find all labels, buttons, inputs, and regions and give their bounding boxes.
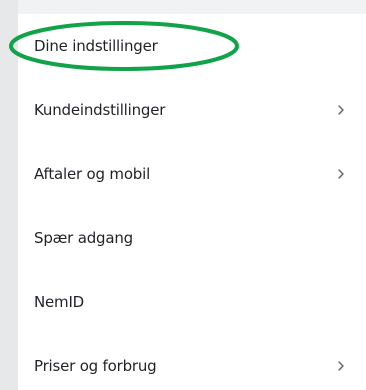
chevron-right-icon: [338, 105, 344, 115]
chevron-right-icon: [338, 169, 344, 179]
menu-item-kundeindstillinger[interactable]: Kundeindstillinger: [34, 78, 366, 142]
menu-item-aftaler-og-mobil[interactable]: Aftaler og mobil: [34, 142, 366, 206]
menu-item-label: NemID: [34, 293, 85, 311]
top-strip: [18, 0, 366, 14]
menu-item-label: Dine indstillinger: [34, 37, 158, 55]
menu-item-label: Aftaler og mobil: [34, 165, 151, 183]
menu-item-dine-indstillinger[interactable]: Dine indstillinger: [34, 14, 366, 78]
menu-item-spaer-adgang[interactable]: Spær adgang: [34, 206, 366, 270]
settings-menu-page: Dine indstillinger Kundeindstillinger Af…: [0, 0, 366, 390]
menu-item-priser-og-forbrug[interactable]: Priser og forbrug: [34, 334, 366, 390]
left-gutter: [0, 0, 18, 390]
menu-item-nemid[interactable]: NemID: [34, 270, 366, 334]
menu-item-label: Priser og forbrug: [34, 357, 157, 375]
chevron-right-icon: [338, 361, 344, 371]
settings-menu: Dine indstillinger Kundeindstillinger Af…: [34, 14, 366, 390]
menu-item-label: Kundeindstillinger: [34, 101, 166, 119]
menu-item-label: Spær adgang: [34, 229, 133, 247]
